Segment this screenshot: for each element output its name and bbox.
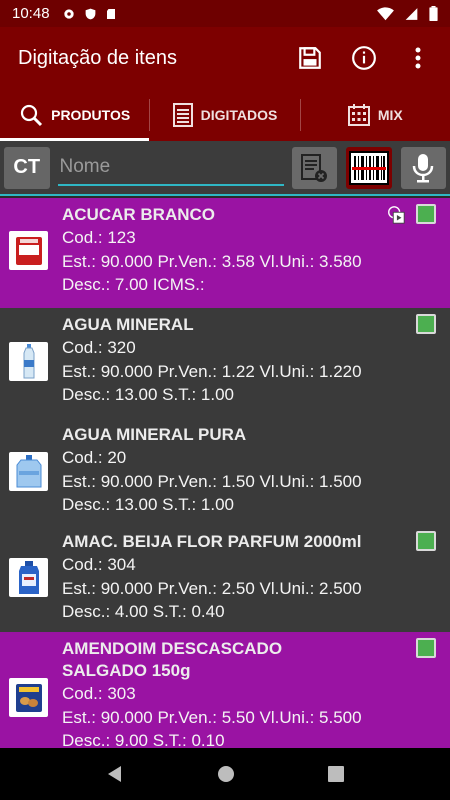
product-code: Cod.: 20 xyxy=(62,448,127,467)
product-discount: Desc.: 13.00 S.T.: 1.00 xyxy=(62,495,234,514)
product-discount: Desc.: 7.00 ICMS.: xyxy=(62,275,205,294)
peanut-package-icon xyxy=(15,683,42,712)
recents-icon[interactable] xyxy=(327,766,344,782)
app-bar: Digitação de itens xyxy=(0,27,450,89)
battery-icon xyxy=(429,6,438,21)
search-bar: CT xyxy=(0,141,450,196)
tab-digitados[interactable]: DIGITADOS xyxy=(150,89,299,141)
tab-produtos[interactable]: PRODUTOS xyxy=(0,89,150,141)
page-title: Digitação de itens xyxy=(18,46,177,69)
clear-list-icon xyxy=(301,153,328,182)
shield-icon xyxy=(85,8,95,19)
tab-mix[interactable]: MIX xyxy=(301,89,450,141)
play-video-icon[interactable] xyxy=(386,205,406,225)
barcode-scan-button[interactable] xyxy=(346,146,392,189)
product-code: Cod.: 303 xyxy=(62,684,136,703)
item-checkbox[interactable] xyxy=(416,314,436,334)
list-item[interactable]: ACUCAR BRANCO Cod.: 123 Est.: 90.000 Pr.… xyxy=(0,198,450,308)
save-icon xyxy=(299,47,321,69)
sd-card-icon xyxy=(106,8,115,19)
product-image xyxy=(9,678,48,717)
product-name: ACUCAR BRANCO xyxy=(62,205,215,224)
list-item[interactable]: AGUA MINERAL Cod.: 320 Est.: 90.000 Pr.V… xyxy=(0,308,450,418)
calendar-icon xyxy=(347,104,370,126)
product-code: Cod.: 304 xyxy=(62,555,136,574)
list-item[interactable]: AMAC. BEIJA FLOR PARFUM 2000ml Cod.: 304… xyxy=(0,525,450,632)
water-bottle-icon xyxy=(23,343,34,378)
back-icon[interactable] xyxy=(106,765,124,783)
product-discount: Desc.: 9.00 S.T.: 0.10 xyxy=(62,731,225,748)
item-checkbox[interactable] xyxy=(416,204,436,224)
product-image xyxy=(9,342,48,381)
system-nav-bar xyxy=(0,748,450,800)
more-vert-icon xyxy=(415,47,421,69)
save-button[interactable] xyxy=(296,44,324,72)
search-icon xyxy=(21,104,43,127)
tab-bar: PRODUTOS DIGITADOS MIX xyxy=(0,89,450,141)
item-checkbox[interactable] xyxy=(416,638,436,658)
product-stock-price: Est.: 90.000 Pr.Ven.: 2.50 Vl.Uni.: 2.50… xyxy=(62,579,362,598)
gear-icon xyxy=(63,8,74,19)
product-name: AGUA MINERAL xyxy=(62,315,194,334)
more-options-button[interactable] xyxy=(404,44,432,72)
status-time: 10:48 xyxy=(12,5,50,22)
info-icon xyxy=(352,46,376,70)
tab-digitados-label: DIGITADOS xyxy=(200,107,278,123)
tab-produtos-label: PRODUTOS xyxy=(51,107,131,123)
product-code: Cod.: 320 xyxy=(62,338,136,357)
product-image xyxy=(9,558,48,597)
list-icon xyxy=(172,103,193,127)
home-icon[interactable] xyxy=(217,765,235,783)
product-image xyxy=(9,231,48,270)
info-button[interactable] xyxy=(350,44,378,72)
tab-mix-label: MIX xyxy=(377,107,403,123)
clear-list-button[interactable] xyxy=(291,146,337,189)
product-name: AMAC. BEIJA FLOR PARFUM 2000ml xyxy=(62,532,362,551)
item-checkbox[interactable] xyxy=(416,531,436,551)
product-list: ACUCAR BRANCO Cod.: 123 Est.: 90.000 Pr.… xyxy=(0,198,450,748)
microphone-icon xyxy=(413,153,434,182)
product-image xyxy=(9,452,48,491)
list-item[interactable]: AGUA MINERAL PURA Cod.: 20 Est.: 90.000 … xyxy=(0,418,450,525)
signal-icon xyxy=(405,7,418,20)
product-discount: Desc.: 4.00 S.T.: 0.40 xyxy=(62,602,225,621)
barcode-icon xyxy=(348,150,389,185)
product-name: AGUA MINERAL PURA xyxy=(62,425,247,444)
product-code: Cod.: 123 xyxy=(62,228,136,247)
product-stock-price: Est.: 90.000 Pr.Ven.: 1.22 Vl.Uni.: 1.22… xyxy=(62,362,362,381)
wifi-icon xyxy=(377,6,394,20)
product-stock-price: Est.: 90.000 Pr.Ven.: 5.50 Vl.Uni.: 5.50… xyxy=(62,708,362,727)
list-item[interactable]: AMENDOIM DESCASCADO SALGADO 150g Cod.: 3… xyxy=(0,632,450,748)
product-name: AMENDOIM DESCASCADO SALGADO 150g xyxy=(62,639,283,680)
product-stock-price: Est.: 90.000 Pr.Ven.: 1.50 Vl.Uni.: 1.50… xyxy=(62,472,362,491)
status-bar: 10:48 xyxy=(0,0,450,27)
softener-bottle-icon xyxy=(18,560,39,594)
voice-search-button[interactable] xyxy=(400,146,446,189)
product-stock-price: Est.: 90.000 Pr.Ven.: 3.58 Vl.Uni.: 3.58… xyxy=(62,252,362,271)
search-input[interactable] xyxy=(57,149,284,186)
ct-button[interactable]: CT xyxy=(4,146,50,189)
sugar-package-icon xyxy=(15,236,42,265)
water-gallon-icon xyxy=(16,454,41,487)
product-discount: Desc.: 13.00 S.T.: 1.00 xyxy=(62,385,234,404)
